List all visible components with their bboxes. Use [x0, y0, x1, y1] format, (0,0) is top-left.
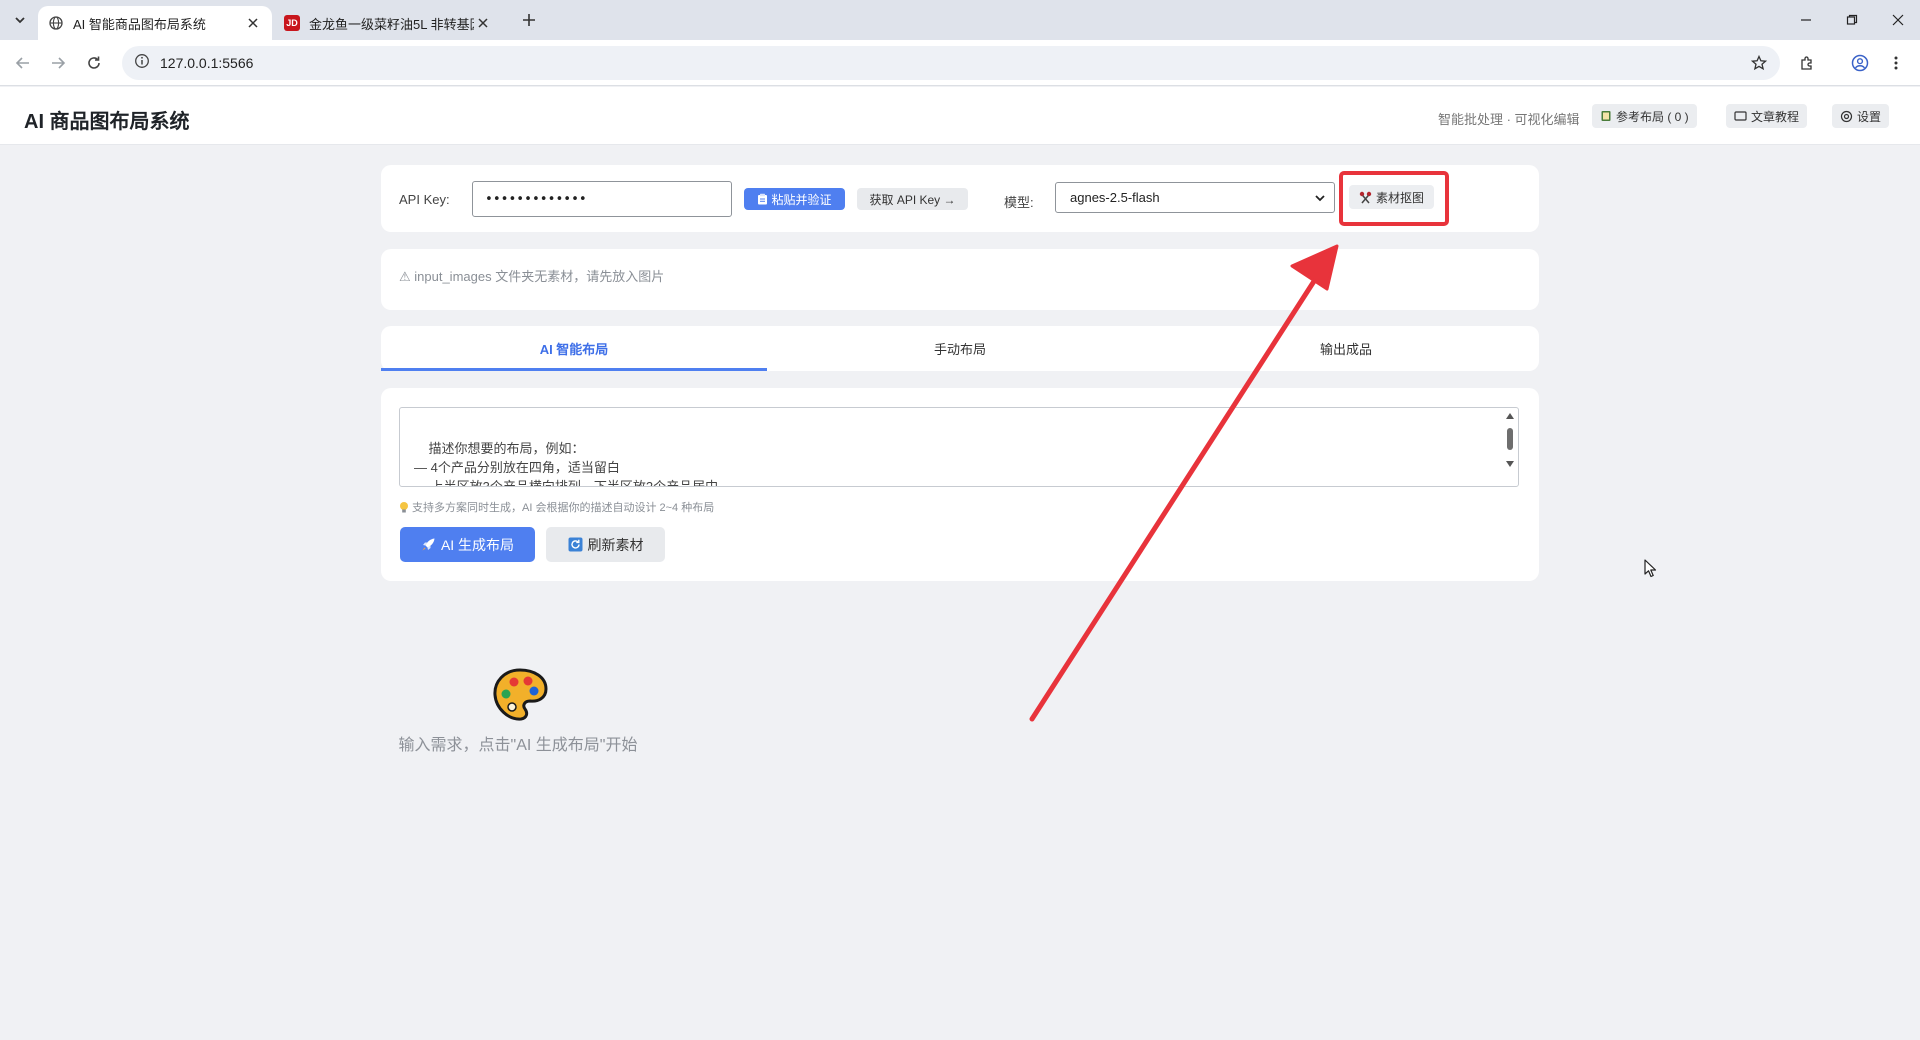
tab-ai-layout[interactable]: AI 智能布局: [381, 326, 767, 371]
textarea-scrollbar[interactable]: [1504, 410, 1516, 484]
tutorial-button[interactable]: 文章教程: [1726, 104, 1808, 128]
refresh-material-label: 刷新素材: [587, 536, 644, 553]
site-info-icon[interactable]: [134, 53, 150, 74]
model-label: 模型:: [1004, 195, 1034, 210]
header-subtitle: 智能批处理 · 可视化编辑: [1438, 112, 1580, 127]
minimize-icon[interactable]: [1792, 7, 1820, 33]
jd-favicon: JD: [284, 15, 300, 31]
close-window-icon[interactable]: [1884, 7, 1912, 33]
app-header: AI 商品图布局系统 智能批处理 · 可视化编辑 参考布局 ( 0 ) 文章教程…: [0, 87, 1920, 145]
tab-manual-layout-label: 手动布局: [933, 342, 986, 357]
empty-state-text: 输入需求，点击"AI 生成布局"开始: [398, 737, 638, 754]
url-text: 127.0.0.1:5566: [160, 55, 254, 71]
browser-menu-icon[interactable]: [1884, 51, 1908, 75]
model-select[interactable]: agnes-2.5-flash: [1055, 182, 1335, 213]
paste-verify-button[interactable]: 粘贴并验证: [744, 188, 845, 210]
ai-generate-button[interactable]: AI 生成布局: [400, 527, 535, 562]
extensions-icon[interactable]: [1795, 51, 1819, 75]
prompt-text: 描述你想要的布局，例如： — 4个产品分别放在四角，适当留白 — 上半区放3个产…: [414, 441, 719, 487]
get-api-key-button[interactable]: 获取 API Key →: [857, 188, 968, 210]
reference-layout-label: 参考布局 ( 0 ): [1616, 109, 1689, 124]
back-arrow-icon[interactable]: [11, 51, 35, 75]
close-tab-icon[interactable]: [244, 14, 262, 32]
browser-tab-jd[interactable]: JD 金龙鱼一级菜籽油5L 非转基因: [274, 6, 502, 40]
refresh-material-button[interactable]: 刷新素材: [546, 527, 665, 562]
restore-icon[interactable]: [1838, 7, 1866, 33]
settings-button[interactable]: 设置: [1832, 104, 1890, 128]
bookmark-star-icon[interactable]: [1750, 54, 1768, 72]
tab-ai-layout-label: AI 智能布局: [539, 342, 609, 357]
paste-verify-label: 粘贴并验证: [771, 192, 832, 207]
page-title: AI 商品图布局系统: [24, 111, 190, 133]
layout-prompt-textarea[interactable]: 描述你想要的布局，例如： — 4个产品分别放在四角，适当留白 — 上半区放3个产…: [399, 407, 1519, 487]
tab-manual-layout[interactable]: 手动布局: [767, 326, 1153, 371]
refresh-icon: [568, 537, 583, 552]
tutorial-label: 文章教程: [1751, 109, 1800, 124]
tab-search-dropdown-icon[interactable]: [8, 8, 32, 32]
palette-icon: [490, 664, 550, 724]
api-key-label: API Key:: [399, 192, 450, 207]
notice-card: ⚠ input_images 文件夹无素材，请先放入图片: [381, 249, 1539, 310]
scroll-up-icon[interactable]: [1506, 412, 1514, 420]
clipboard-icon: [757, 193, 768, 205]
forward-arrow-icon[interactable]: [46, 51, 70, 75]
tab-output-label: 输出成品: [1319, 342, 1372, 357]
no-material-warning: ⚠ input_images 文件夹无素材，请先放入图片: [399, 269, 665, 284]
reload-icon[interactable]: [82, 51, 106, 75]
reference-layout-button[interactable]: 参考布局 ( 0 ): [1592, 104, 1697, 128]
annotation-highlight-box: [1339, 171, 1449, 226]
address-bar[interactable]: 127.0.0.1:5566: [122, 46, 1780, 80]
resize-grip-icon[interactable]: [1507, 475, 1517, 485]
browser-tab-strip: AI 智能商品图布局系统 JD 金龙鱼一级菜籽油5L 非转基因: [0, 0, 1920, 40]
gear-icon: [1840, 110, 1853, 123]
tab-title: 金龙鱼一级菜籽油5L 非转基因: [309, 16, 474, 32]
ai-layout-panel: 描述你想要的布局，例如： — 4个产品分别放在四角，适当留白 — 上半区放3个产…: [381, 388, 1539, 581]
tab-output[interactable]: 输出成品: [1153, 326, 1539, 371]
model-selected-value: agnes-2.5-flash: [1070, 190, 1160, 205]
generation-tip: 支持多方案同时生成，AI 会根据你的描述自动设计 2~4 种布局: [399, 499, 714, 515]
scroll-down-icon[interactable]: [1506, 460, 1514, 468]
api-key-input[interactable]: •••••••••••••: [472, 181, 732, 217]
rocket-icon: [421, 537, 436, 552]
scroll-thumb[interactable]: [1507, 428, 1513, 450]
settings-label: 设置: [1857, 109, 1882, 124]
globe-icon: [48, 15, 64, 31]
close-tab-icon[interactable]: [474, 14, 492, 32]
get-api-key-label: 获取 API Key →: [869, 192, 956, 207]
new-tab-icon[interactable]: [518, 9, 540, 31]
active-tab-indicator: [381, 368, 767, 371]
tab-title: AI 智能商品图布局系统: [73, 16, 206, 32]
ai-generate-label: AI 生成布局: [440, 536, 515, 553]
profile-icon[interactable]: [1848, 51, 1872, 75]
chevron-down-icon: [1314, 192, 1326, 207]
browser-tab-active[interactable]: AI 智能商品图布局系统: [38, 6, 272, 40]
mouse-cursor-icon: [1644, 559, 1658, 579]
lightbulb-icon: [399, 501, 409, 514]
book-icon: [1600, 110, 1612, 122]
tip-text: 支持多方案同时生成，AI 会根据你的描述自动设计 2~4 种布局: [412, 502, 715, 514]
mode-tabs: AI 智能布局 手动布局 输出成品: [381, 326, 1539, 371]
browser-toolbar: 127.0.0.1:5566: [0, 40, 1920, 86]
article-icon: [1734, 110, 1747, 122]
